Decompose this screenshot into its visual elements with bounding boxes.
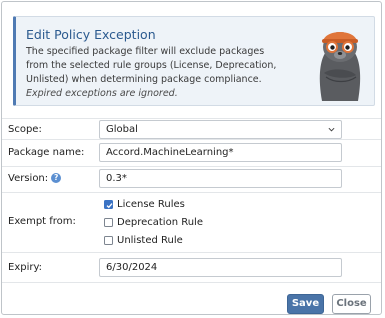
license-rules-label: License Rules	[117, 198, 185, 210]
deprecation-rule-label: Deprecation Rule	[117, 216, 203, 228]
exempt-from-label: Exempt from:	[8, 216, 76, 227]
expired-note: Expired exceptions are ignored.	[26, 88, 178, 99]
info-box: Edit Policy Exception The specified pack…	[13, 16, 375, 106]
deprecation-rule-option[interactable]: Deprecation Rule	[104, 216, 203, 228]
divider	[2, 118, 381, 119]
description-text: The specified package filter will exclud…	[26, 46, 277, 85]
divider	[2, 282, 381, 283]
dialog-title: Edit Policy Exception	[26, 27, 156, 42]
scope-label: Scope:	[8, 124, 42, 135]
deprecation-rule-checkbox[interactable]	[104, 217, 113, 227]
scope-value: Global	[106, 124, 138, 135]
seal-mascot-icon	[319, 32, 361, 101]
divider	[2, 166, 381, 167]
version-label-text: Version:	[8, 173, 49, 184]
license-rules-checkbox[interactable]	[104, 199, 113, 209]
unlisted-rule-checkbox[interactable]	[104, 235, 113, 245]
package-name-label: Package name:	[8, 147, 85, 158]
version-label: Version:?	[8, 173, 62, 184]
unlisted-rule-option[interactable]: Unlisted Rule	[104, 234, 183, 246]
expiry-label: Expiry:	[8, 262, 43, 273]
dialog-description: The specified package filter will exclud…	[26, 45, 288, 101]
package-name-input[interactable]: Accord.MachineLearning*	[99, 143, 342, 162]
check-icon	[106, 202, 113, 208]
divider	[2, 139, 381, 140]
version-input[interactable]: 0.3*	[99, 169, 342, 188]
expiry-input[interactable]: 6/30/2024	[99, 258, 342, 277]
scope-select[interactable]: Global	[99, 120, 342, 139]
question-icon[interactable]: ?	[51, 173, 62, 183]
license-rules-option[interactable]: License Rules	[104, 198, 185, 210]
save-button[interactable]: Save	[287, 294, 324, 314]
close-button[interactable]: Close	[332, 294, 371, 314]
edit-policy-exception-dialog: Edit Policy Exception The specified pack…	[1, 1, 382, 315]
chevron-down-icon	[328, 127, 335, 132]
unlisted-rule-label: Unlisted Rule	[117, 234, 183, 246]
divider	[2, 252, 381, 253]
divider	[2, 192, 381, 193]
